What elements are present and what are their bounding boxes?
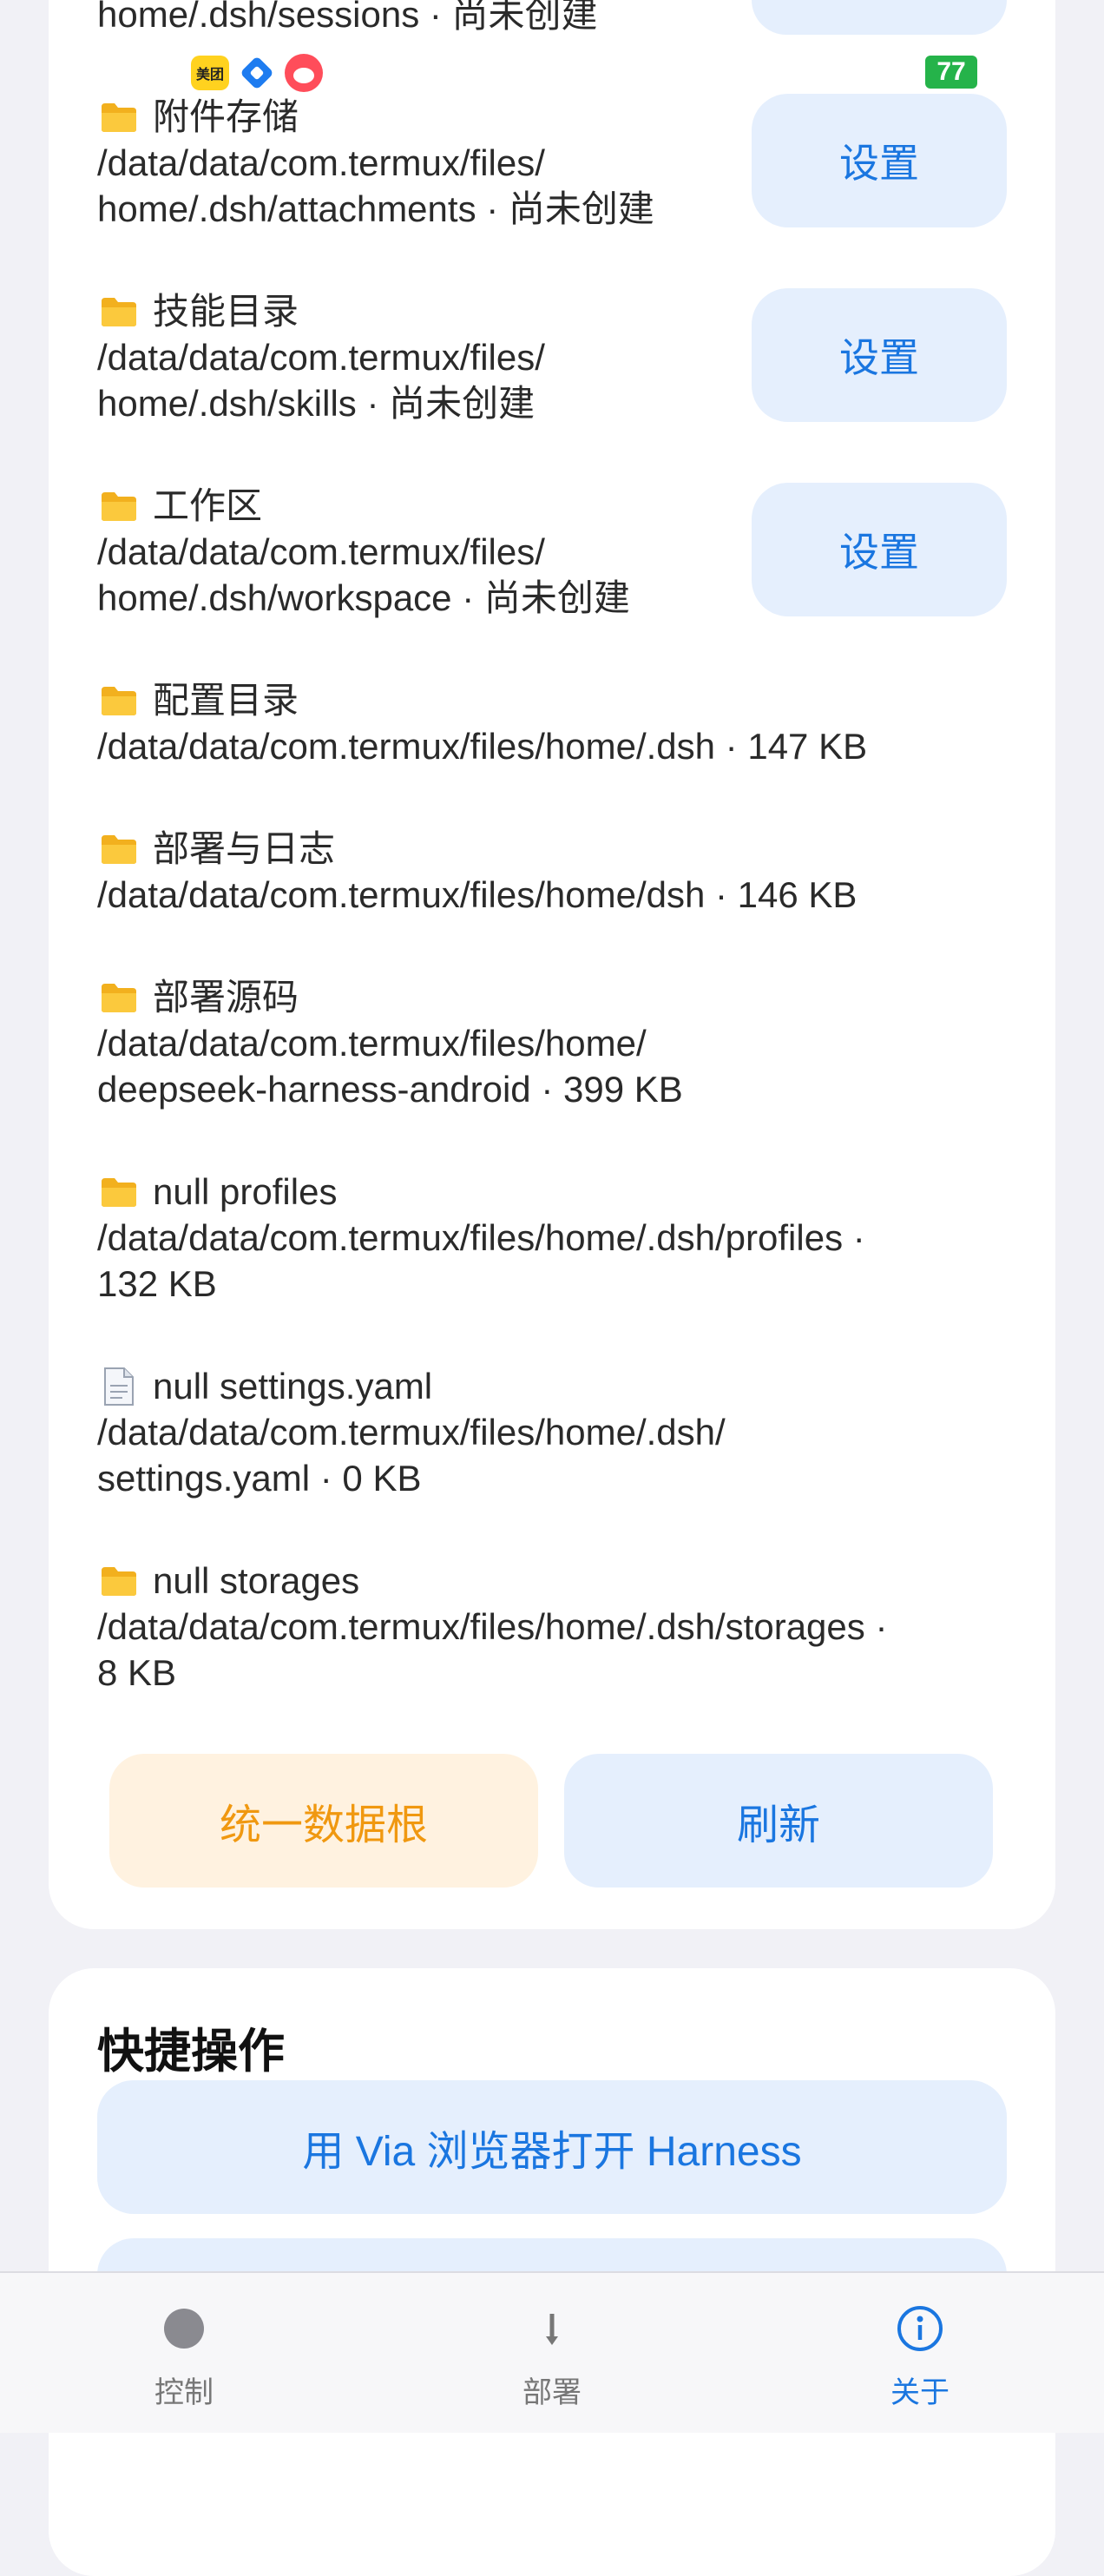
info-icon	[896, 2304, 944, 2353]
entry-name: null settings.yaml	[153, 1366, 433, 1407]
storage-entry-skills: 技能目录 /data/data/com.termux/files/ home/.…	[97, 288, 739, 426]
folder-icon	[97, 679, 141, 722]
folder-icon	[97, 827, 141, 871]
open-via-browser-button[interactable]: 用 Via 浏览器打开 Harness	[97, 2080, 1007, 2214]
quick-actions-title: 快捷操作	[97, 2026, 285, 2078]
entry-path: /data/data/com.termux/files/ home/.dsh/a…	[97, 142, 654, 229]
folder-icon	[97, 1170, 141, 1214]
storage-entry-deploy-logs: 部署与日志 /data/data/com.termux/files/home/d…	[97, 826, 1000, 918]
folder-icon	[97, 1559, 141, 1603]
nav-item-about[interactable]: 关于	[736, 2273, 1104, 2433]
download-arrow-icon	[528, 2304, 576, 2353]
entry-name: null profiles	[153, 1171, 338, 1212]
entry-path: /data/data/com.termux/files/home/dsh · 1…	[97, 874, 858, 915]
storage-entry-attachments: 附件存储 /data/data/com.termux/files/ home/.…	[97, 94, 739, 232]
clown-app-icon	[285, 54, 323, 92]
storage-entry-deploy-source: 部署源码 /data/data/com.termux/files/home/ d…	[97, 974, 1000, 1112]
storage-entry-settings-yaml: null settings.yaml /data/data/com.termux…	[97, 1363, 1000, 1501]
file-icon	[97, 1365, 141, 1408]
sessions-path-partial: home/.dsh/sessions · 尚未创建	[97, 0, 598, 35]
entry-name: 技能目录	[153, 291, 299, 332]
entry-path: /data/data/com.termux/files/home/ deepse…	[97, 1023, 683, 1110]
folder-icon	[97, 484, 141, 528]
entry-path: /data/data/com.termux/files/home/.dsh · …	[97, 726, 868, 767]
skills-set-button[interactable]: 设置	[752, 288, 1007, 422]
entry-path: /data/data/com.termux/files/home/.dsh/ s…	[97, 1412, 726, 1499]
nav-label: 关于	[890, 2376, 950, 2409]
entry-name: 部署源码	[153, 977, 299, 1018]
entry-path: /data/data/com.termux/files/ home/.dsh/w…	[97, 531, 630, 618]
notification-icons: 美团	[191, 54, 323, 92]
meituan-app-icon: 美团	[191, 56, 229, 90]
workspace-set-button[interactable]: 设置	[752, 483, 1007, 616]
refresh-button[interactable]: 刷新	[564, 1754, 993, 1888]
record-icon	[160, 2304, 208, 2353]
battery-indicator: 77	[925, 56, 977, 89]
entry-path: /data/data/com.termux/files/home/.dsh/pr…	[97, 1217, 865, 1304]
entry-name: 附件存储	[153, 96, 299, 137]
entry-path: /data/data/com.termux/files/ home/.dsh/s…	[97, 337, 545, 424]
attachments-set-button[interactable]: 设置	[752, 94, 1007, 227]
folder-icon	[97, 976, 141, 1019]
entry-name: null storages	[153, 1560, 360, 1601]
folder-icon	[97, 290, 141, 333]
nav-label: 控制	[154, 2376, 214, 2409]
storage-entry-storages: null storages /data/data/com.termux/file…	[97, 1558, 1000, 1696]
nav-label: 部署	[522, 2376, 582, 2409]
entry-name: 配置目录	[153, 680, 299, 721]
unify-data-root-button[interactable]: 统一数据根	[109, 1754, 538, 1888]
nav-item-control[interactable]: 控制	[0, 2273, 368, 2433]
storage-entry-config: 配置目录 /data/data/com.termux/files/home/.d…	[97, 677, 1000, 769]
bottom-nav: 控制 部署 关于	[0, 2271, 1104, 2433]
entry-name: 工作区	[153, 485, 263, 526]
entry-path: /data/data/com.termux/files/home/.dsh/st…	[97, 1606, 888, 1693]
sessions-set-button-partial[interactable]	[752, 0, 1007, 35]
entry-name: 部署与日志	[153, 828, 336, 869]
folder-icon	[97, 96, 141, 139]
storage-entry-workspace: 工作区 /data/data/com.termux/files/ home/.d…	[97, 483, 739, 621]
nav-item-deploy[interactable]: 部署	[368, 2273, 736, 2433]
storage-entry-profiles: null profiles /data/data/com.termux/file…	[97, 1169, 1000, 1307]
blue-app-icon	[240, 56, 274, 90]
